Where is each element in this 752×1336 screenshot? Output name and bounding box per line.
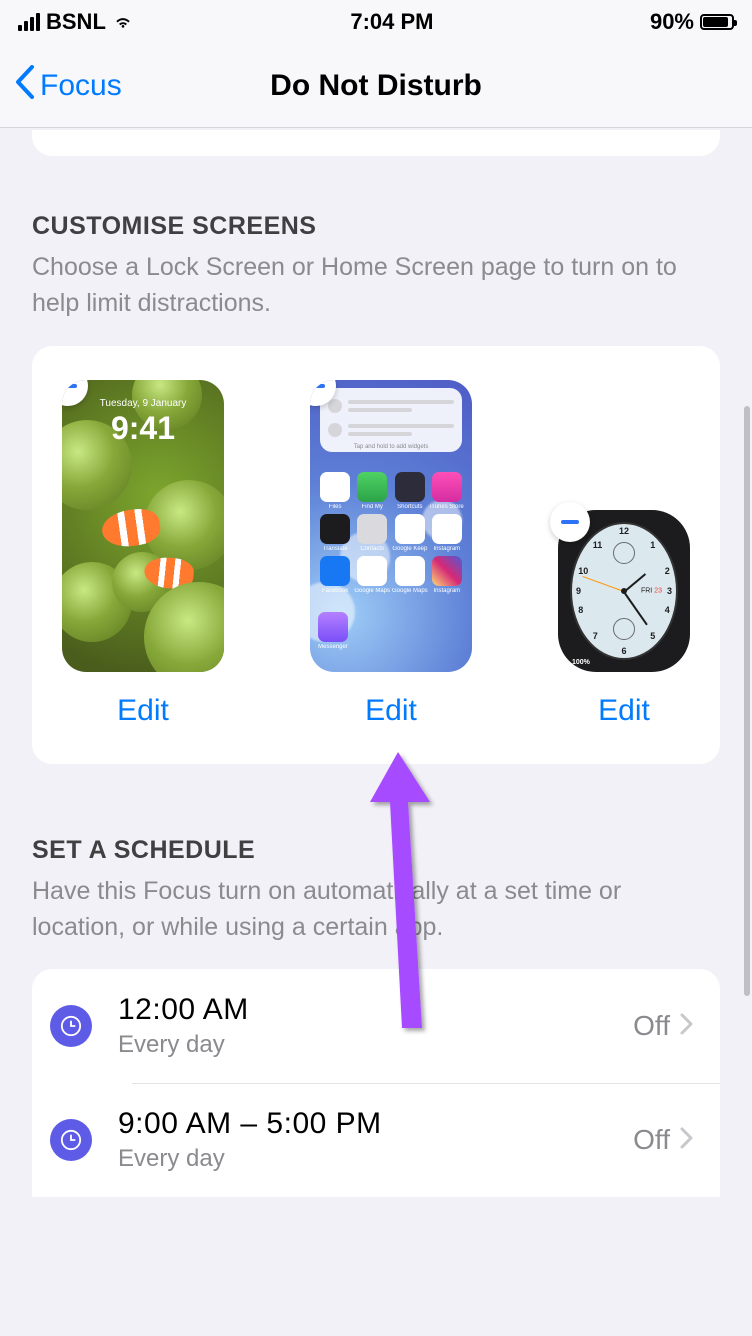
previous-section-edge: [32, 130, 720, 156]
lock-screen-item: Tuesday, 9 January 9:41 Edit: [62, 380, 224, 728]
lock-time: 9:41: [62, 410, 224, 447]
wifi-icon: [112, 9, 134, 35]
status-bar: BSNL 7:04 PM 90%: [0, 0, 752, 44]
page-title: Do Not Disturb: [270, 69, 482, 103]
schedule-time: 9:00 AM – 5:00 PM: [118, 1107, 633, 1141]
chevron-right-icon: [680, 1010, 694, 1042]
carrier-label: BSNL: [46, 9, 106, 35]
schedule-row[interactable]: 9:00 AM – 5:00 PM Every day Off: [32, 1083, 720, 1197]
watch-item: 12 1 2 3 4 5 6 7 8 9 10 11 FRI: [558, 510, 690, 728]
customise-title: Customise Screens: [32, 212, 720, 241]
minus-icon: [62, 384, 77, 388]
battery-percent: 90%: [650, 9, 694, 35]
schedule-title: Set a Schedule: [32, 836, 720, 865]
chevron-left-icon: [12, 65, 36, 107]
lock-date: Tuesday, 9 January: [62, 398, 224, 409]
edit-watch-button[interactable]: Edit: [598, 694, 650, 728]
battery-icon: [700, 14, 734, 30]
home-screen-preview[interactable]: Tap and hold to add widgets Files Find M…: [310, 380, 472, 672]
chevron-right-icon: [680, 1124, 694, 1156]
lock-screen-preview[interactable]: Tuesday, 9 January 9:41: [62, 380, 224, 672]
back-label: Focus: [40, 69, 122, 103]
status-time: 7:04 PM: [350, 9, 433, 35]
clock-icon: [50, 1005, 92, 1047]
edit-lock-screen-button[interactable]: Edit: [117, 694, 169, 728]
schedule-header: Set a Schedule Have this Focus turn on a…: [32, 836, 720, 946]
app-grid: Files Find My Shortcuts iTunes Store Tra…: [318, 472, 464, 594]
schedule-list: 12:00 AM Every day Off 9:00 AM – 5:00 PM…: [32, 969, 720, 1197]
minus-icon: [310, 384, 325, 388]
watch-preview[interactable]: 12 1 2 3 4 5 6 7 8 9 10 11 FRI: [558, 510, 690, 672]
back-button[interactable]: Focus: [0, 65, 122, 107]
remove-watch-button[interactable]: [550, 502, 590, 542]
schedule-time: 12:00 AM: [118, 993, 633, 1027]
schedule-state: Off: [633, 1010, 670, 1042]
schedule-description: Have this Focus turn on automatically at…: [32, 873, 720, 946]
customise-screens-header: Customise Screens Choose a Lock Screen o…: [32, 212, 720, 322]
schedule-row[interactable]: 12:00 AM Every day Off: [32, 969, 720, 1083]
home-screen-item: Tap and hold to add widgets Files Find M…: [310, 380, 472, 728]
edit-home-screen-button[interactable]: Edit: [365, 694, 417, 728]
schedule-repeat: Every day: [118, 1145, 633, 1173]
widget-hint: Tap and hold to add widgets: [328, 444, 454, 450]
customise-description: Choose a Lock Screen or Home Screen page…: [32, 249, 720, 322]
clock-icon: [50, 1119, 92, 1161]
customise-screens-card: Tuesday, 9 January 9:41 Edit Tap and hol…: [32, 346, 720, 764]
minus-icon: [561, 520, 579, 524]
schedule-repeat: Every day: [118, 1031, 633, 1059]
schedule-state: Off: [633, 1124, 670, 1156]
navigation-bar: Focus Do Not Disturb: [0, 44, 752, 128]
cellular-signal-icon: [18, 13, 40, 31]
scroll-indicator: [744, 406, 750, 996]
